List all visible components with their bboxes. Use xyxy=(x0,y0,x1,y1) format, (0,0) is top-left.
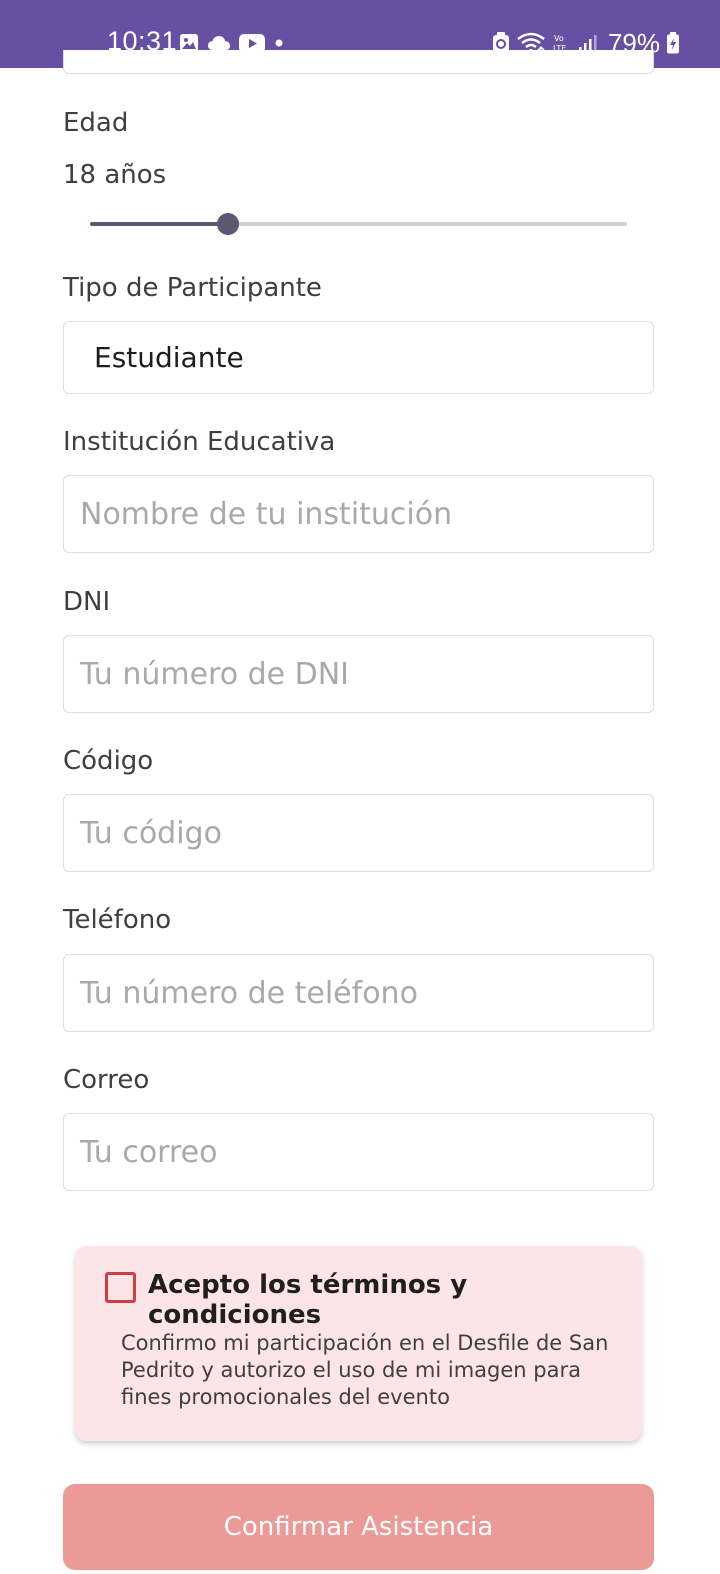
terms-description: Confirmo mi participación en el Desfile … xyxy=(121,1331,609,1409)
phone-label: Teléfono xyxy=(63,905,172,935)
age-slider-thumb[interactable] xyxy=(217,213,239,235)
participant-type-select[interactable]: Estudiante xyxy=(63,321,654,394)
phone-placeholder: Tu número de teléfono xyxy=(80,975,418,1011)
battery-charging-icon xyxy=(666,32,680,54)
terms-card: Acepto los términos y condiciones Confir… xyxy=(75,1246,642,1441)
age-value: 18 años xyxy=(63,160,167,190)
participant-type-value: Estudiante xyxy=(94,341,244,374)
institution-input[interactable]: Nombre de tu institución xyxy=(63,475,654,553)
participant-type-label: Tipo de Participante xyxy=(63,273,322,303)
email-input[interactable]: Tu correo xyxy=(63,1113,654,1191)
svg-text:Vo: Vo xyxy=(554,34,564,43)
confirm-attendance-button[interactable]: Confirmar Asistencia xyxy=(63,1484,654,1570)
institution-label: Institución Educativa xyxy=(63,427,336,457)
age-slider[interactable] xyxy=(90,212,627,236)
email-label: Correo xyxy=(63,1065,150,1095)
age-label: Edad xyxy=(63,108,129,138)
dni-label: DNI xyxy=(63,587,111,617)
previous-field-bottom-edge[interactable] xyxy=(63,50,654,74)
dni-placeholder: Tu número de DNI xyxy=(80,656,350,692)
email-placeholder: Tu correo xyxy=(80,1134,218,1170)
code-input[interactable]: Tu código xyxy=(63,794,654,872)
institution-placeholder: Nombre de tu institución xyxy=(80,496,453,532)
code-placeholder: Tu código xyxy=(80,815,222,851)
phone-input[interactable]: Tu número de teléfono xyxy=(63,954,654,1032)
terms-title[interactable]: Acepto los términos y condiciones xyxy=(148,1270,642,1330)
terms-checkbox[interactable] xyxy=(105,1272,136,1303)
code-label: Código xyxy=(63,746,154,776)
dni-input[interactable]: Tu número de DNI xyxy=(63,635,654,713)
dot-icon xyxy=(273,37,285,49)
age-slider-fill xyxy=(90,222,228,226)
